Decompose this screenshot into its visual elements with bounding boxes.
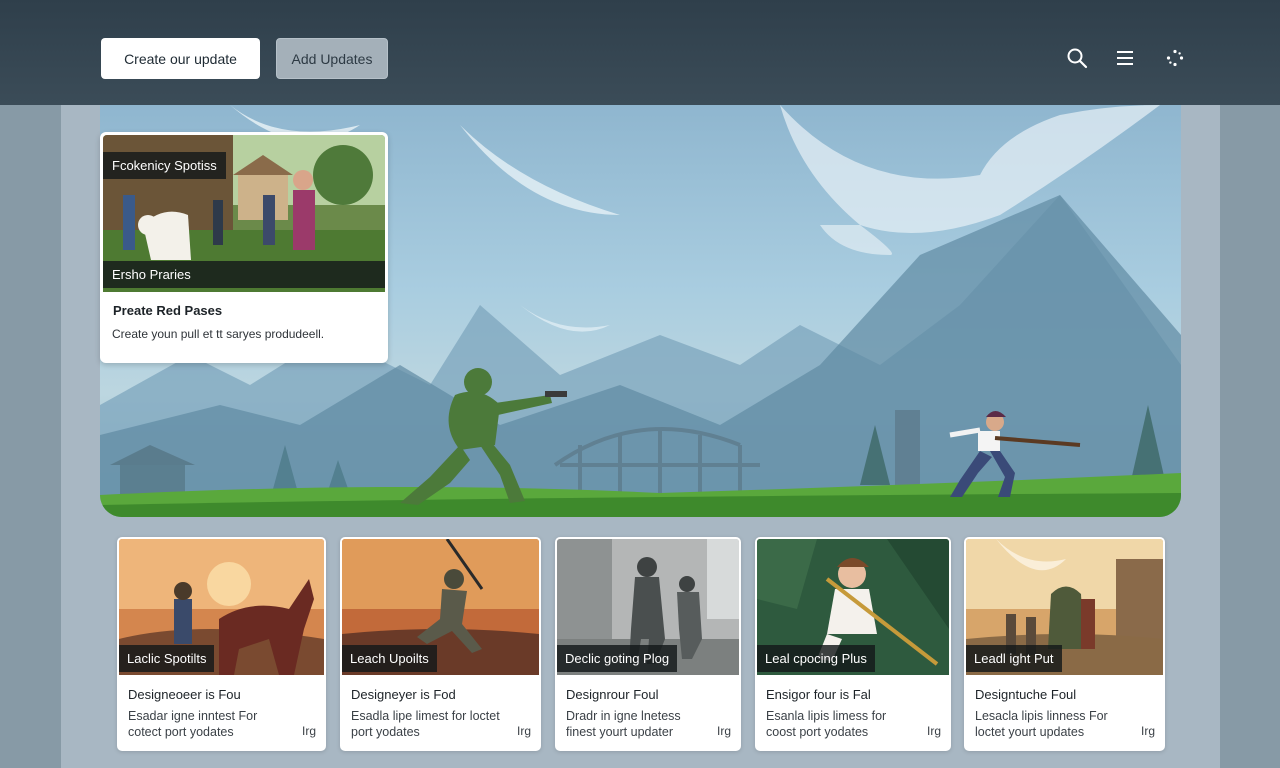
- featured-card-title: Preate Red Pases: [113, 303, 223, 318]
- featured-card-tag-bottom: Ersho Praries: [103, 261, 385, 288]
- update-card-4[interactable]: Leal cpocing Plus Ensigor four is Fal Es…: [755, 537, 951, 751]
- right-gutter: [1220, 105, 1280, 768]
- update-card-title: Designeoeer is Fou: [128, 687, 241, 702]
- update-card-meta: Irg: [716, 724, 731, 738]
- update-card-tag: Leadl ight Put: [966, 645, 1062, 672]
- search-icon[interactable]: [1065, 46, 1089, 70]
- top-bar: Create our update Add Updates: [0, 0, 1280, 105]
- loading-dots-icon[interactable]: [1163, 46, 1187, 70]
- update-card-tag: Declic goting Plog: [557, 645, 678, 672]
- update-card-description: Esadla lipe limest for loctet port yodat…: [351, 709, 500, 739]
- update-card-2[interactable]: Leach Upoilts Designeyer is Fod Esadla l…: [340, 537, 541, 751]
- update-card-description: Esadar igne inntest For cotect port yoda…: [128, 709, 258, 739]
- update-card-tag: Leach Upoilts: [342, 645, 437, 672]
- update-card-tag: Laclic Spotilts: [119, 645, 215, 672]
- add-updates-button[interactable]: Add Updates: [276, 38, 388, 79]
- featured-card-tag-top: Fcokenicy Spotiss: [103, 152, 226, 179]
- update-card-meta: Irg: [1140, 724, 1155, 738]
- update-card-description: Lesacla lipis linness For loctet yourt u…: [975, 709, 1108, 739]
- featured-card-description: Create youn pull et tt saryes produdeell…: [112, 327, 325, 341]
- list-icon[interactable]: [1113, 46, 1137, 70]
- update-card-meta: Irg: [301, 724, 316, 738]
- update-card-1[interactable]: Laclic Spotilts Designeoeer is Fou Esada…: [117, 537, 326, 751]
- update-card-meta: Irg: [516, 724, 531, 738]
- update-card-3[interactable]: Declic goting Plog Designrour Foul Dradr…: [555, 537, 741, 751]
- update-card-tag: Leal cpocing Plus: [757, 645, 875, 672]
- update-card-description: Dradr in igne lnetess finest yourt updat…: [566, 709, 681, 739]
- update-card-title: Designtuche Foul: [975, 687, 1077, 702]
- update-card-title: Ensigor four is Fal: [766, 687, 871, 702]
- update-card-title: Designrour Foul: [566, 687, 659, 702]
- left-gutter: [0, 105, 61, 768]
- create-update-button[interactable]: Create our update: [101, 38, 260, 79]
- featured-card[interactable]: Fcokenicy Spotiss Ersho Praries Preate R…: [100, 132, 388, 363]
- update-card-meta: Irg: [926, 724, 941, 738]
- update-card-title: Designeyer is Fod: [351, 687, 456, 702]
- update-card-description: Esanla lipis limess for coost port yodat…: [766, 709, 887, 739]
- update-card-5[interactable]: Leadl ight Put Designtuche Foul Lesacla …: [964, 537, 1165, 751]
